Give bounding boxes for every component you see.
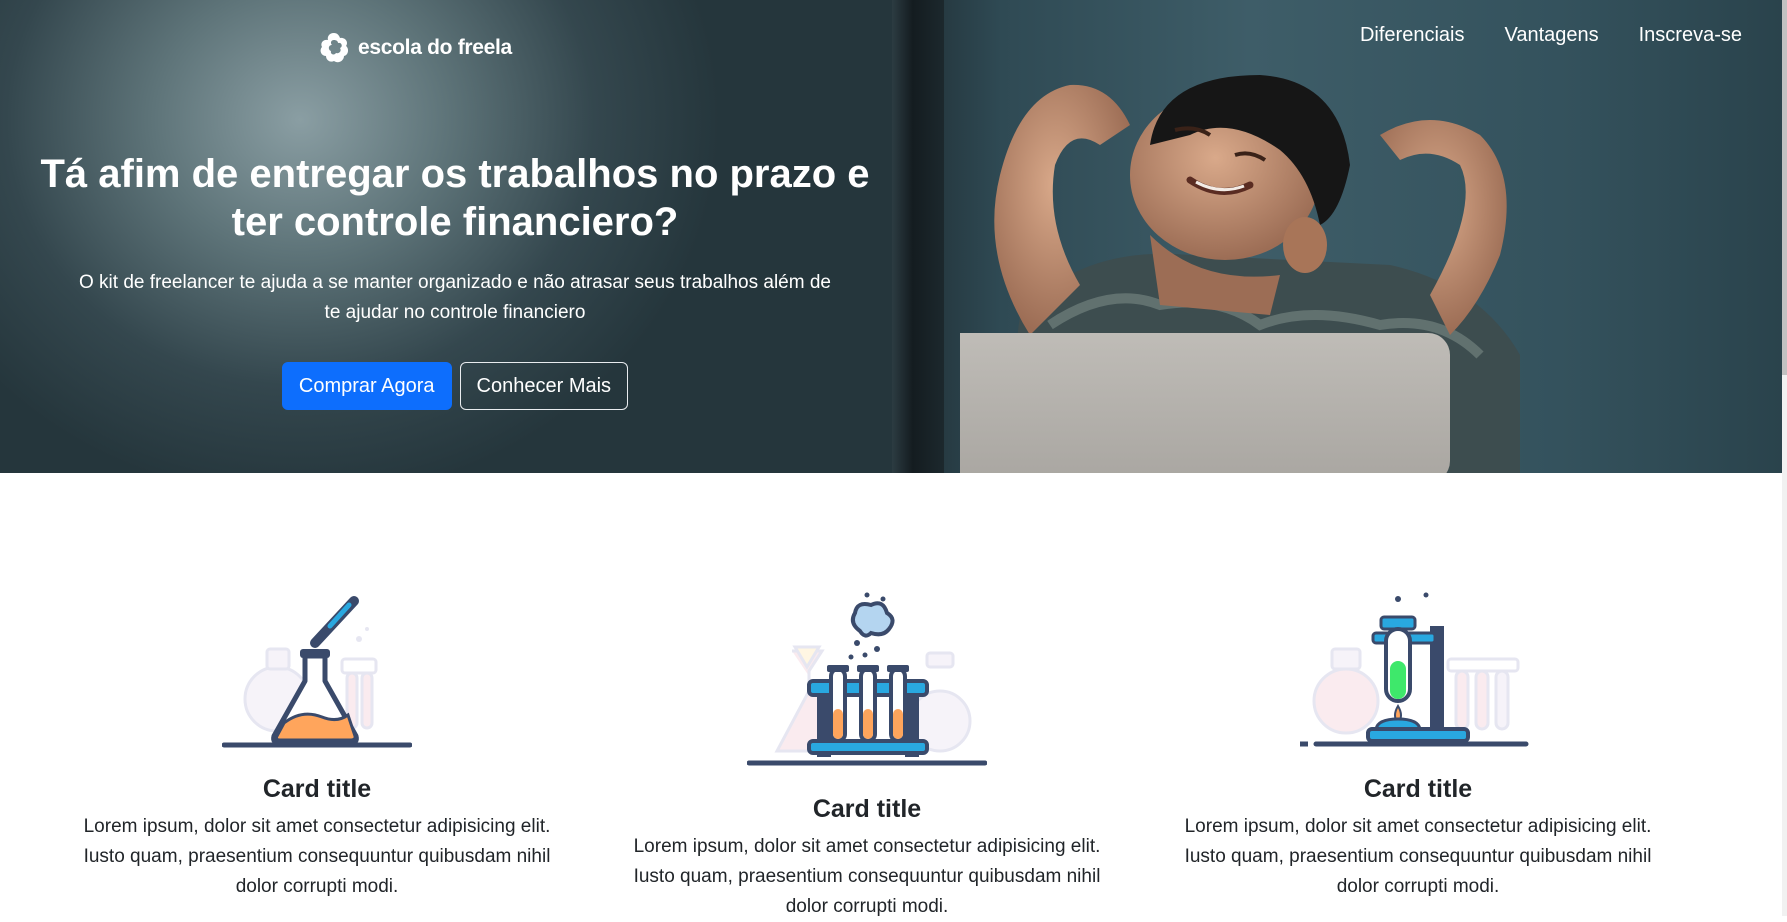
card-title: Card title [262,775,372,803]
card-title: Card title [812,795,922,823]
card-text: Lorem ipsum, dolor sit amet consectetur … [633,836,1101,917]
nav-item-diferenciais[interactable]: Diferenciais [1360,24,1464,47]
hero-subtitle: O kit de freelancer te ajuda a se manter… [40,268,870,328]
test-tubes-rack-icon [747,592,987,766]
feature-card: Card title Lorem ipsum, dolor sit amet c… [1168,591,1668,902]
feature-card: Card title Lorem ipsum, dolor sit amet c… [617,591,1117,922]
features-section: Card title Lorem ipsum, dolor sit amet c… [0,473,1782,917]
nav-item-vantagens[interactable]: Vantagens [1504,24,1598,47]
hero-buttons: Comprar Agora Conhecer Mais [40,362,870,410]
top-nav: Diferenciais Vantagens Inscreva-se [1360,24,1742,47]
hero-subtitle-line2: te ajudar no controle financiero [324,302,586,323]
page-scrollbar[interactable] [1782,0,1787,916]
flask-dropper-icon [222,596,412,748]
relaxed-man-photo [960,75,1520,473]
learn-more-button[interactable]: Conhecer Mais [459,362,629,410]
scrollbar-thumb[interactable] [1782,0,1787,375]
cloud-logo-icon [320,33,349,63]
feature-card: Card title Lorem ipsum, dolor sit amet c… [67,591,567,902]
buy-now-button[interactable]: Comprar Agora [281,362,452,410]
logo[interactable]: escola do freela [318,30,512,66]
logo-text: escola do freela [358,36,512,59]
hero-content: Tá afim de entregar os trabalhos no praz… [40,150,870,410]
card-title: Card title [1363,775,1473,803]
card-text: Lorem ipsum, dolor sit amet consectetur … [1184,816,1652,897]
hero-title-line1: Tá afim de entregar os trabalhos no praz… [40,152,870,196]
burner-stand-icon [1300,592,1529,747]
hero-subtitle-line1: O kit de freelancer te ajuda a se manter… [79,272,831,293]
hero-section: escola do freela Diferenciais Vantagens … [0,0,1782,473]
hero-title: Tá afim de entregar os trabalhos no praz… [40,150,870,246]
hero-title-line2: ter controle financiero? [231,200,679,244]
hero-photo-edge [892,0,944,473]
card-text: Lorem ipsum, dolor sit amet consectetur … [83,816,551,897]
nav-item-inscreva-se[interactable]: Inscreva-se [1639,24,1742,47]
